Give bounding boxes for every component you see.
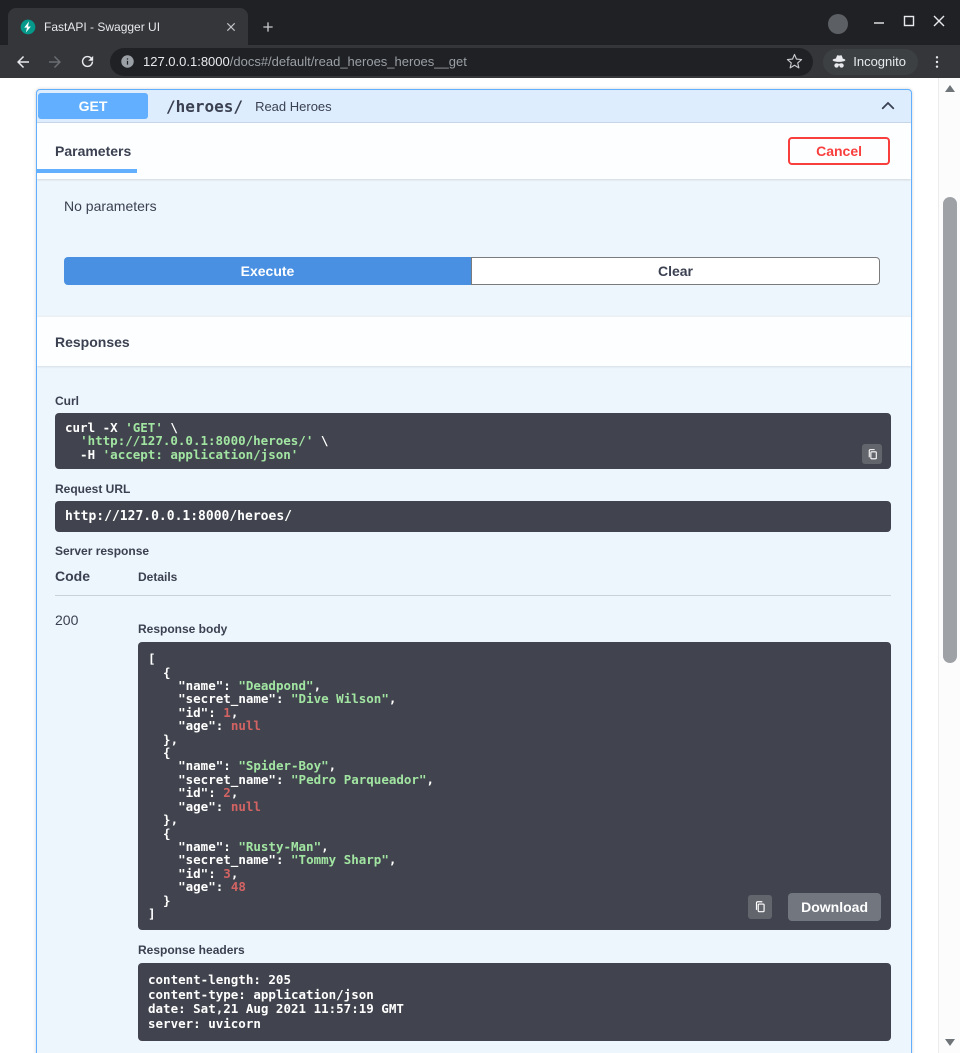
response-body-block: [ { "name": "Deadpond", "secret_name": "… [138,642,891,930]
response-body-controls: Download [748,893,881,921]
minimize-button[interactable] [864,8,894,34]
response-details-cell: Response body [ { "name": "Deadpond", "s… [138,612,891,1041]
url-text: 127.0.0.1:8000/docs#/default/read_heroes… [143,54,772,69]
status-code: 200 [55,612,138,1041]
request-url-label: Request URL [55,482,891,496]
page-info-icon[interactable] [120,54,135,69]
server-response-label: Server response [55,544,891,558]
copy-response-button[interactable] [748,895,772,919]
url-path: /docs#/default/read_heroes_heroes__get [230,54,467,69]
operation-summary[interactable]: GET /heroes/ Read Heroes [37,90,911,123]
no-parameters-text: No parameters [64,198,880,214]
operation-path: /heroes/ [166,97,243,116]
parameters-body: No parameters Execute Clear [37,179,911,316]
forward-button[interactable] [40,48,70,76]
responses-body: Curl curl -X 'GET' \ 'http://127.0.0.1:8… [37,366,911,1053]
browser-window: FastAPI - Swagger UI [0,0,960,1053]
tab-bar: FastAPI - Swagger UI [0,0,960,45]
collapse-chevron-icon[interactable] [879,97,897,115]
scrollbar[interactable] [938,78,960,1053]
response-table-header: Code Details [55,568,891,596]
tab-close-icon[interactable] [222,18,240,36]
download-button[interactable]: Download [788,893,881,921]
parameters-tab-label: Parameters [55,143,131,159]
incognito-icon [830,53,848,71]
responses-title: Responses [55,334,130,350]
scrollbar-thumb[interactable] [943,197,957,663]
response-row: 200 Response body [ { "name": "Deadpond"… [55,596,891,1041]
scroll-down-button[interactable] [945,1039,955,1046]
menu-kebab-icon[interactable] [922,48,952,76]
parameters-header: Parameters Cancel [37,123,911,179]
bookmark-star-icon[interactable] [780,53,809,70]
response-headers-block: content-length: 205 content-type: applic… [138,963,891,1041]
maximize-button[interactable] [894,8,924,34]
operation-block: GET /heroes/ Read Heroes Parameters Canc… [36,89,912,1053]
reload-button[interactable] [72,48,102,76]
details-column-header: Details [138,570,177,584]
clear-button[interactable]: Clear [471,257,880,285]
tab-title: FastAPI - Swagger UI [44,20,214,34]
address-bar: 127.0.0.1:8000/docs#/default/read_heroes… [0,45,960,78]
curl-code: curl -X 'GET' \ 'http://127.0.0.1:8000/h… [65,421,881,461]
new-tab-button[interactable] [254,13,282,41]
page-content: GET /heroes/ Read Heroes Parameters Canc… [0,78,960,1053]
code-column-header: Code [55,568,138,584]
cancel-button[interactable]: Cancel [788,137,890,165]
curl-label: Curl [55,394,891,408]
responses-section-header: Responses [37,316,911,366]
copy-curl-button[interactable] [862,444,882,464]
tab-parameters[interactable]: Parameters [37,123,137,179]
incognito-badge: Incognito [823,49,918,75]
close-button[interactable] [924,8,954,34]
server-response-table: Code Details 200 Response body [ { "name… [55,568,891,1041]
url-omnibox[interactable]: 127.0.0.1:8000/docs#/default/read_heroes… [110,48,813,76]
window-controls [864,8,954,34]
fastapi-favicon-icon [20,19,36,35]
url-host: 127.0.0.1:8000 [143,54,230,69]
request-url-value: http://127.0.0.1:8000/heroes/ [65,510,881,523]
media-controls-icon[interactable] [828,14,848,34]
request-url-block: http://127.0.0.1:8000/heroes/ [55,501,891,532]
response-headers-code: content-length: 205 content-type: applic… [148,973,881,1031]
browser-tab[interactable]: FastAPI - Swagger UI [8,8,248,45]
incognito-label: Incognito [853,54,906,69]
method-badge: GET [38,93,148,119]
operation-summary-text: Read Heroes [255,99,332,114]
back-button[interactable] [8,48,38,76]
response-body-label: Response body [138,622,891,636]
scroll-up-button[interactable] [945,85,955,92]
execute-row: Execute Clear [64,257,880,285]
response-headers-label: Response headers [138,943,891,957]
response-body-code: [ { "name": "Deadpond", "secret_name": "… [148,652,881,920]
execute-button[interactable]: Execute [64,257,471,285]
curl-block: curl -X 'GET' \ 'http://127.0.0.1:8000/h… [55,413,891,469]
